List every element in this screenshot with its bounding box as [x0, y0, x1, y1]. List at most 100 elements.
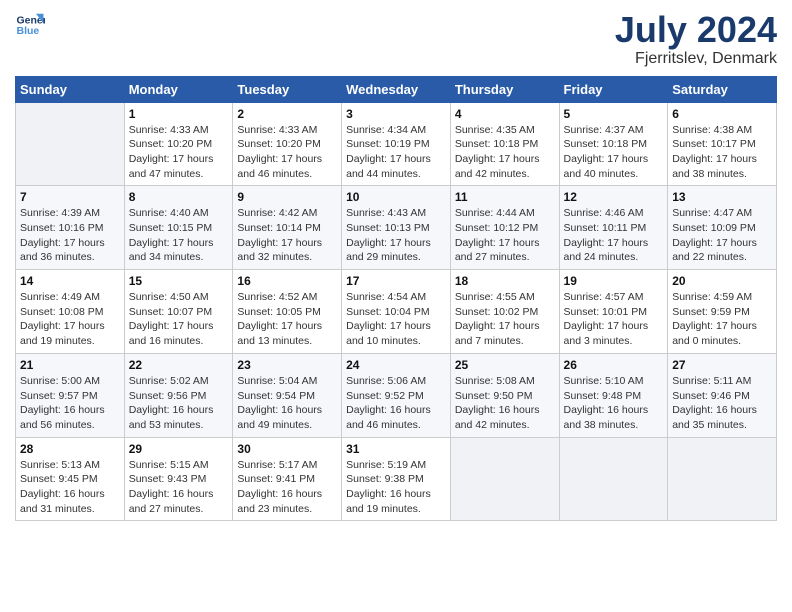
- day-cell: 7 Sunrise: 4:39 AM Sunset: 10:16 PM Dayli…: [16, 186, 125, 270]
- day-number: 9: [237, 190, 337, 204]
- day-cell: 2 Sunrise: 4:33 AM Sunset: 10:20 PM Dayli…: [233, 102, 342, 186]
- day-detail: Sunrise: 4:47 AM Sunset: 10:09 PM Daylig…: [672, 206, 772, 265]
- day-detail: Sunrise: 5:19 AM Sunset: 9:38 PM Dayligh…: [346, 458, 446, 517]
- day-number: 13: [672, 190, 772, 204]
- page-header: General Blue July 2024 Fjerritslev, Denm…: [15, 10, 777, 68]
- day-number: 23: [237, 358, 337, 372]
- day-number: 20: [672, 274, 772, 288]
- day-detail: Sunrise: 4:55 AM Sunset: 10:02 PM Daylig…: [455, 290, 555, 349]
- day-number: 15: [129, 274, 229, 288]
- day-number: 7: [20, 190, 120, 204]
- week-row-3: 14 Sunrise: 4:49 AM Sunset: 10:08 PM Dayl…: [16, 270, 777, 354]
- day-detail: Sunrise: 5:08 AM Sunset: 9:50 PM Dayligh…: [455, 374, 555, 433]
- day-detail: Sunrise: 5:11 AM Sunset: 9:46 PM Dayligh…: [672, 374, 772, 433]
- day-cell: [450, 437, 559, 521]
- day-detail: Sunrise: 5:04 AM Sunset: 9:54 PM Dayligh…: [237, 374, 337, 433]
- day-number: 27: [672, 358, 772, 372]
- day-detail: Sunrise: 5:10 AM Sunset: 9:48 PM Dayligh…: [564, 374, 664, 433]
- col-header-friday: Friday: [559, 76, 668, 102]
- header-row: SundayMondayTuesdayWednesdayThursdayFrid…: [16, 76, 777, 102]
- title-block: July 2024 Fjerritslev, Denmark: [615, 10, 777, 68]
- day-cell: 28Sunrise: 5:13 AM Sunset: 9:45 PM Dayli…: [16, 437, 125, 521]
- day-cell: 29Sunrise: 5:15 AM Sunset: 9:43 PM Dayli…: [124, 437, 233, 521]
- week-row-5: 28Sunrise: 5:13 AM Sunset: 9:45 PM Dayli…: [16, 437, 777, 521]
- day-number: 25: [455, 358, 555, 372]
- day-detail: Sunrise: 4:57 AM Sunset: 10:01 PM Daylig…: [564, 290, 664, 349]
- day-cell: 25 Sunrise: 5:08 AM Sunset: 9:50 PM Dayli…: [450, 353, 559, 437]
- location: Fjerritslev, Denmark: [615, 50, 777, 68]
- day-cell: [16, 102, 125, 186]
- day-number: 31: [346, 442, 446, 456]
- day-cell: 11 Sunrise: 4:44 AM Sunset: 10:12 PM Dayl…: [450, 186, 559, 270]
- day-detail: Sunrise: 4:39 AM Sunset: 10:16 PM Daylig…: [20, 206, 120, 265]
- day-detail: Sunrise: 4:44 AM Sunset: 10:12 PM Daylig…: [455, 206, 555, 265]
- day-number: 8: [129, 190, 229, 204]
- day-number: 6: [672, 107, 772, 121]
- day-cell: 13 Sunrise: 4:47 AM Sunset: 10:09 PM Dayl…: [668, 186, 777, 270]
- logo-icon: General Blue: [15, 10, 45, 40]
- calendar-table: SundayMondayTuesdayWednesdayThursdayFrid…: [15, 76, 777, 522]
- day-number: 19: [564, 274, 664, 288]
- day-cell: 19 Sunrise: 4:57 AM Sunset: 10:01 PM Dayl…: [559, 270, 668, 354]
- day-cell: 16Sunrise: 4:52 AM Sunset: 10:05 PM Dayl…: [233, 270, 342, 354]
- day-number: 28: [20, 442, 120, 456]
- day-detail: Sunrise: 4:33 AM Sunset: 10:20 PM Daylig…: [237, 123, 337, 182]
- day-detail: Sunrise: 4:54 AM Sunset: 10:04 PM Daylig…: [346, 290, 446, 349]
- day-cell: 4Sunrise: 4:35 AM Sunset: 10:18 PM Dayli…: [450, 102, 559, 186]
- week-row-4: 21Sunrise: 5:00 AM Sunset: 9:57 PM Dayli…: [16, 353, 777, 437]
- month-year: July 2024: [615, 10, 777, 50]
- svg-text:Blue: Blue: [17, 25, 40, 37]
- day-cell: 23 Sunrise: 5:04 AM Sunset: 9:54 PM Dayli…: [233, 353, 342, 437]
- day-cell: 17 Sunrise: 4:54 AM Sunset: 10:04 PM Dayl…: [342, 270, 451, 354]
- day-detail: Sunrise: 4:38 AM Sunset: 10:17 PM Daylig…: [672, 123, 772, 182]
- day-cell: 5Sunrise: 4:37 AM Sunset: 10:18 PM Dayli…: [559, 102, 668, 186]
- day-detail: Sunrise: 5:06 AM Sunset: 9:52 PM Dayligh…: [346, 374, 446, 433]
- day-cell: 20 Sunrise: 4:59 AM Sunset: 9:59 PM Dayli…: [668, 270, 777, 354]
- day-cell: 9 Sunrise: 4:42 AM Sunset: 10:14 PM Dayli…: [233, 186, 342, 270]
- day-cell: 8 Sunrise: 4:40 AM Sunset: 10:15 PM Dayli…: [124, 186, 233, 270]
- day-number: 30: [237, 442, 337, 456]
- week-row-2: 7 Sunrise: 4:39 AM Sunset: 10:16 PM Dayli…: [16, 186, 777, 270]
- day-cell: 10 Sunrise: 4:43 AM Sunset: 10:13 PM Dayl…: [342, 186, 451, 270]
- day-detail: Sunrise: 4:43 AM Sunset: 10:13 PM Daylig…: [346, 206, 446, 265]
- day-detail: Sunrise: 4:42 AM Sunset: 10:14 PM Daylig…: [237, 206, 337, 265]
- col-header-thursday: Thursday: [450, 76, 559, 102]
- day-number: 10: [346, 190, 446, 204]
- day-cell: 3Sunrise: 4:34 AM Sunset: 10:19 PM Dayli…: [342, 102, 451, 186]
- day-detail: Sunrise: 4:33 AM Sunset: 10:20 PM Daylig…: [129, 123, 229, 182]
- day-cell: 26 Sunrise: 5:10 AM Sunset: 9:48 PM Dayli…: [559, 353, 668, 437]
- day-number: 18: [455, 274, 555, 288]
- day-cell: 12Sunrise: 4:46 AM Sunset: 10:11 PM Dayl…: [559, 186, 668, 270]
- col-header-wednesday: Wednesday: [342, 76, 451, 102]
- day-number: 2: [237, 107, 337, 121]
- day-number: 26: [564, 358, 664, 372]
- day-number: 16: [237, 274, 337, 288]
- day-number: 14: [20, 274, 120, 288]
- day-detail: Sunrise: 4:49 AM Sunset: 10:08 PM Daylig…: [20, 290, 120, 349]
- day-detail: Sunrise: 4:40 AM Sunset: 10:15 PM Daylig…: [129, 206, 229, 265]
- day-cell: 1 Sunrise: 4:33 AM Sunset: 10:20 PM Dayli…: [124, 102, 233, 186]
- day-number: 5: [564, 107, 664, 121]
- day-cell: 22Sunrise: 5:02 AM Sunset: 9:56 PM Dayli…: [124, 353, 233, 437]
- day-detail: Sunrise: 5:15 AM Sunset: 9:43 PM Dayligh…: [129, 458, 229, 517]
- col-header-tuesday: Tuesday: [233, 76, 342, 102]
- day-cell: 24 Sunrise: 5:06 AM Sunset: 9:52 PM Dayli…: [342, 353, 451, 437]
- day-detail: Sunrise: 4:59 AM Sunset: 9:59 PM Dayligh…: [672, 290, 772, 349]
- day-number: 1: [129, 107, 229, 121]
- day-cell: 14 Sunrise: 4:49 AM Sunset: 10:08 PM Dayl…: [16, 270, 125, 354]
- day-number: 11: [455, 190, 555, 204]
- day-number: 17: [346, 274, 446, 288]
- day-cell: 21Sunrise: 5:00 AM Sunset: 9:57 PM Dayli…: [16, 353, 125, 437]
- day-number: 3: [346, 107, 446, 121]
- col-header-sunday: Sunday: [16, 76, 125, 102]
- day-number: 22: [129, 358, 229, 372]
- day-cell: [668, 437, 777, 521]
- day-cell: 27 Sunrise: 5:11 AM Sunset: 9:46 PM Dayli…: [668, 353, 777, 437]
- day-cell: [559, 437, 668, 521]
- day-number: 24: [346, 358, 446, 372]
- day-cell: 30Sunrise: 5:17 AM Sunset: 9:41 PM Dayli…: [233, 437, 342, 521]
- day-detail: Sunrise: 5:00 AM Sunset: 9:57 PM Dayligh…: [20, 374, 120, 433]
- day-cell: 15 Sunrise: 4:50 AM Sunset: 10:07 PM Dayl…: [124, 270, 233, 354]
- week-row-1: 1 Sunrise: 4:33 AM Sunset: 10:20 PM Dayli…: [16, 102, 777, 186]
- day-detail: Sunrise: 4:50 AM Sunset: 10:07 PM Daylig…: [129, 290, 229, 349]
